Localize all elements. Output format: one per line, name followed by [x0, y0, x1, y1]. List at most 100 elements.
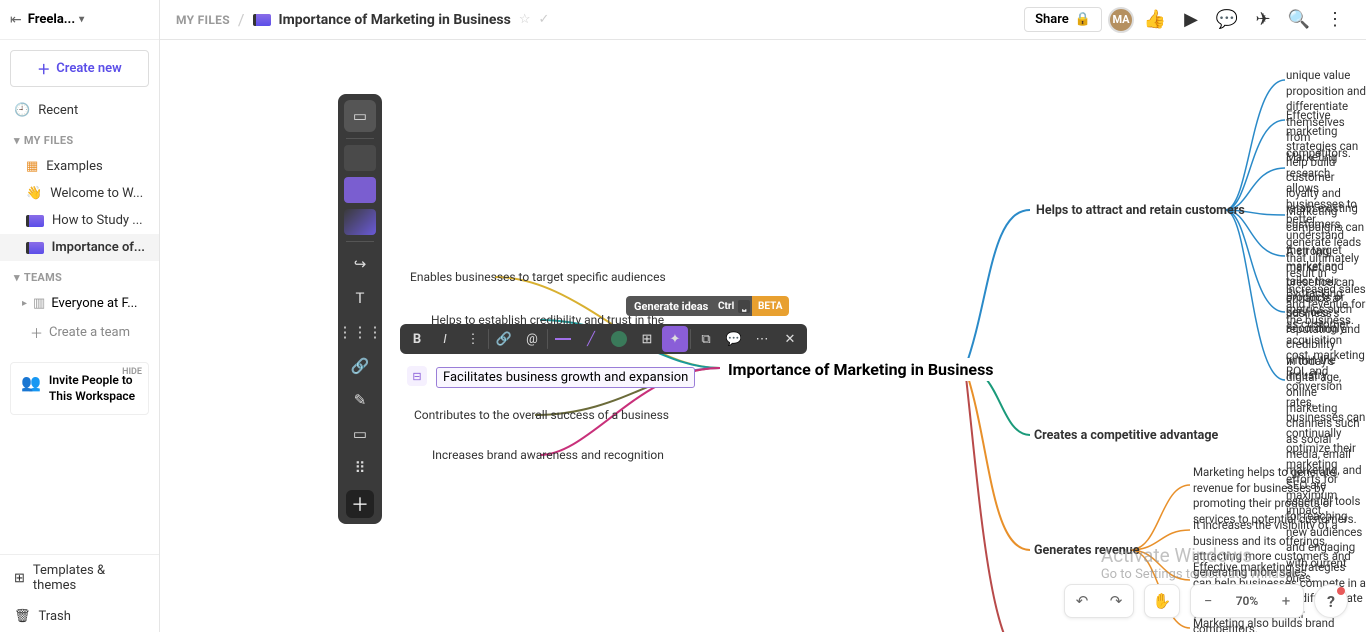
undo-redo-group: ↶ ↷	[1064, 584, 1134, 618]
redo-button[interactable]: ↷	[1099, 584, 1133, 618]
tool-more[interactable]: ⠿	[344, 452, 376, 484]
more-icon[interactable]: ⋮	[1320, 5, 1350, 35]
workspace-selector[interactable]: Freela... ▾	[28, 12, 84, 27]
mindmap-subnode[interactable]: Marketing also builds brand awareness, w…	[1193, 616, 1366, 632]
mindmap-canvas[interactable]: ▭ ↪ T ⋮⋮⋮ 🔗 ✎ ▭ ⠿ ＋ Generate ideas Ctrl …	[160, 40, 1366, 632]
create-new-button[interactable]: ＋ Create new	[10, 50, 149, 87]
mindmap-node-selected[interactable]: Facilitates business growth and expansio…	[436, 367, 695, 388]
notification-dot	[1337, 587, 1345, 595]
thumb-slide-1[interactable]	[344, 145, 376, 171]
ctx-node-color[interactable]	[606, 326, 632, 352]
file-item-examples[interactable]: ▦ Examples	[0, 153, 159, 180]
tool-arrow[interactable]: ↪	[344, 248, 376, 280]
tool-link[interactable]: 🔗	[344, 350, 376, 382]
vertical-toolbar: ▭ ↪ T ⋮⋮⋮ 🔗 ✎ ▭ ⠿ ＋	[338, 94, 382, 524]
tool-grid[interactable]: ⋮⋮⋮	[344, 316, 376, 348]
ctx-branch-color[interactable]	[550, 326, 576, 352]
thumb-slide-3[interactable]	[344, 209, 376, 235]
wave-icon: 👋	[26, 186, 42, 201]
ctx-duplicate[interactable]: ⧉	[693, 326, 719, 352]
chevron-down-icon: ▾	[14, 271, 20, 284]
avatar[interactable]: MA	[1108, 7, 1134, 33]
main-area: MY FILES / Importance of Marketing in Bu…	[160, 0, 1366, 632]
tool-text[interactable]: T	[344, 282, 376, 314]
divider	[690, 329, 691, 349]
topbar: MY FILES / Importance of Marketing in Bu…	[160, 0, 1366, 40]
tool-presentation[interactable]: ▭	[344, 100, 376, 132]
mindmap-center-node[interactable]: Importance of Marketing in Business	[722, 358, 1000, 381]
team-label: Everyone at F...	[51, 296, 137, 311]
zoom-level[interactable]: 70%	[1225, 594, 1269, 608]
trash-icon: 🗑	[14, 609, 31, 624]
share-button[interactable]: Share 🔒	[1024, 7, 1102, 32]
watermark-sub: Go to Settings to activate Windows.	[1101, 567, 1306, 582]
ctx-layout[interactable]: ⊞	[634, 326, 660, 352]
templates-link[interactable]: ⊞ Templates & themes	[0, 555, 159, 601]
templates-icon: ⊞	[14, 571, 25, 586]
chevron-down-icon: ▾	[14, 134, 20, 147]
ctx-close[interactable]: ✕	[777, 326, 803, 352]
invite-card[interactable]: HIDE 👥 Invite People to This Workspace	[10, 362, 149, 415]
search-icon[interactable]: 🔍	[1284, 5, 1314, 35]
left-sidebar: ⇤ Freela... ▾ ＋ Create new 🕘 Recent ▾ MY…	[0, 0, 160, 632]
collapse-sidebar-icon[interactable]: ⇤	[10, 12, 22, 28]
file-label: How to Study ...	[52, 213, 143, 228]
help-button[interactable]: ?	[1314, 584, 1348, 618]
divider	[547, 329, 548, 349]
sidebar-header: ⇤ Freela... ▾	[0, 0, 159, 40]
my-files-section-label[interactable]: ▾ MY FILES	[0, 124, 159, 153]
teams-section-label[interactable]: ▾ TEAMS	[0, 261, 159, 290]
star-icon[interactable]: ☆	[519, 12, 531, 27]
zoom-out-button[interactable]: −	[1191, 584, 1225, 618]
team-item-everyone[interactable]: ▸ ▥ Everyone at F...	[0, 290, 159, 317]
thumb-slide-2[interactable]	[344, 177, 376, 203]
mindmap-node[interactable]: Helps to attract and retain customers	[1036, 203, 1245, 218]
ctx-more[interactable]: ⋯	[749, 326, 775, 352]
comments-icon[interactable]: 💬	[1212, 5, 1242, 35]
ctx-more-text[interactable]: ⋮	[460, 326, 486, 352]
mindmap-node[interactable]: Creates a competitive advantage	[1034, 428, 1218, 443]
tool-pen[interactable]: ✎	[344, 384, 376, 416]
clock-icon: 🕘	[14, 103, 30, 118]
generate-ideas-tooltip: Generate ideas	[626, 296, 716, 316]
zoom-in-button[interactable]: +	[1269, 584, 1303, 618]
hand-tool-button[interactable]: ✋	[1145, 584, 1179, 618]
key-box: ⎵	[738, 300, 750, 313]
ctx-link[interactable]: 🔗	[491, 326, 517, 352]
file-label: Examples	[46, 159, 102, 174]
check-icon[interactable]: ✓	[538, 12, 549, 27]
ctx-italic[interactable]: I	[432, 326, 458, 352]
section-text: MY FILES	[24, 134, 74, 147]
file-item-study[interactable]: How to Study ...	[0, 207, 159, 234]
create-team-button[interactable]: ＋ Create a team	[0, 317, 159, 348]
recent-link[interactable]: 🕘 Recent	[0, 97, 159, 124]
file-label: Importance of...	[52, 240, 145, 255]
ctx-comment[interactable]: 💬	[721, 326, 747, 352]
present-icon[interactable]: ▶	[1176, 5, 1206, 35]
page-title[interactable]: Importance of Marketing in Business	[279, 12, 511, 28]
mindmap-node[interactable]: Enables businesses to target specific au…	[410, 270, 666, 284]
undo-button[interactable]: ↶	[1065, 584, 1099, 618]
breadcrumb-root[interactable]: MY FILES	[176, 13, 230, 27]
share-label: Share	[1035, 12, 1069, 27]
divider	[346, 138, 374, 139]
team-icon: ▥	[33, 296, 45, 311]
file-item-importance[interactable]: Importance of...	[0, 234, 159, 261]
node-drag-handle[interactable]: ⊟	[407, 366, 427, 386]
ctx-ai-generate[interactable]: ✦	[662, 326, 688, 352]
ctx-mention[interactable]: @	[519, 326, 545, 352]
file-item-welcome[interactable]: 👋 Welcome to W...	[0, 180, 159, 207]
pan-mode-group: ✋	[1144, 584, 1180, 618]
ctx-bold[interactable]: B	[404, 326, 430, 352]
tool-add[interactable]: ＋	[346, 490, 374, 518]
mindmap-node[interactable]: Increases brand awareness and recognitio…	[432, 448, 664, 462]
tool-frame[interactable]: ▭	[344, 418, 376, 450]
chevron-down-icon: ▾	[79, 14, 84, 25]
trash-link[interactable]: 🗑 Trash	[0, 601, 159, 632]
ctx-branch-style[interactable]: ╱	[578, 326, 604, 352]
mindmap-node[interactable]: Contributes to the overall success of a …	[414, 408, 669, 422]
thumbs-up-icon[interactable]: 👍	[1140, 5, 1170, 35]
invite-hide-button[interactable]: HIDE	[122, 367, 142, 377]
send-icon[interactable]: ✈	[1248, 5, 1278, 35]
file-label: Welcome to W...	[50, 186, 143, 201]
